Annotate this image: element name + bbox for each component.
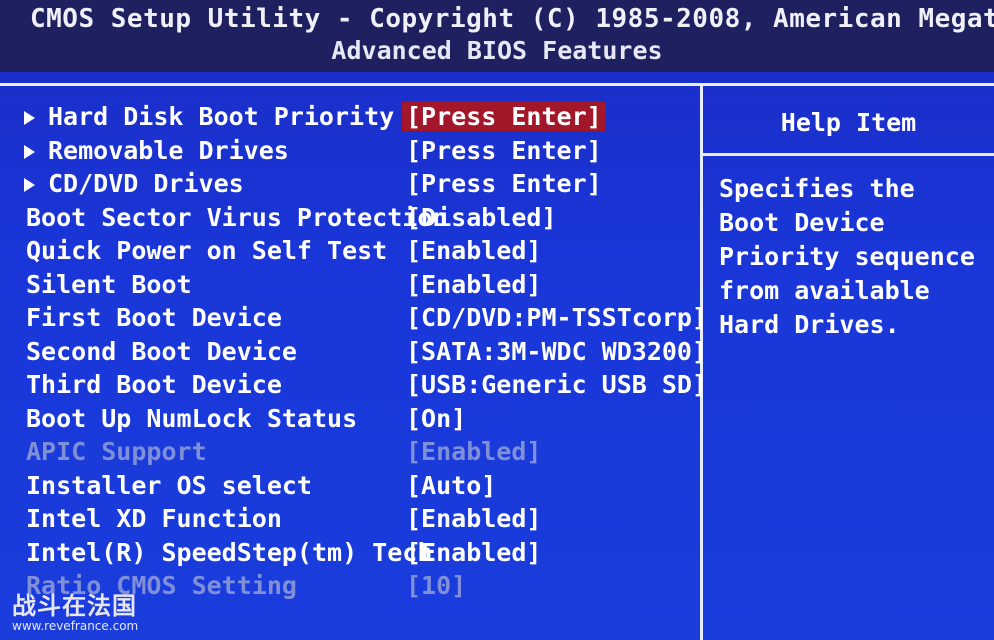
menu-item-third-boot-device[interactable]: Third Boot Device [USB:Generic USB SD] (0, 368, 707, 402)
menu-item-value[interactable]: [Press Enter] (402, 136, 606, 165)
menu-item-value[interactable]: [Disabled] (402, 203, 561, 232)
menu-item-value[interactable]: [Enabled] (402, 504, 545, 533)
menu-item-quick-power-on-self-test[interactable]: Quick Power on Self Test [Enabled] (0, 234, 700, 268)
submenu-arrow-icon (24, 178, 35, 192)
menu-item-value: [10] (406, 571, 467, 600)
menu-item-label: Boot Sector Virus Protection (26, 202, 448, 232)
settings-menu: Hard Disk Boot Priority [Press Enter] Re… (0, 100, 707, 603)
menu-item-cd-dvd-drives[interactable]: CD/DVD Drives [Press Enter] (0, 167, 700, 201)
menu-item-intel-speedstep-tech[interactable]: Intel(R) SpeedStep(tm) Tech [Enabled] (0, 536, 700, 570)
submenu-arrow-icon (24, 111, 35, 125)
watermark: 战斗在法国 www.revefrance.com (12, 586, 152, 633)
menu-item-installer-os-select[interactable]: Installer OS select [Auto] (0, 469, 700, 503)
menu-item-label: Intel XD Function (26, 504, 282, 533)
menu-item-label: Intel(R) SpeedStep(tm) Tech (26, 537, 433, 567)
menu-item-label: Boot Up NumLock Status (26, 403, 358, 433)
help-panel-title: Help Item (780, 108, 917, 137)
menu-item-label: Removable Drives (48, 135, 289, 165)
menu-item-first-boot-device[interactable]: First Boot Device [CD/DVD:PM-TSSTcorp] (0, 301, 707, 335)
help-title-divider (703, 153, 994, 156)
help-panel-text: Specifies the Boot Device Priority seque… (719, 174, 975, 339)
menu-item-removable-drives[interactable]: Removable Drives [Press Enter] (0, 134, 700, 168)
menu-item-label: CD/DVD Drives (48, 169, 244, 198)
menu-item-apic-support: APIC Support [Enabled] (0, 435, 700, 469)
menu-item-hard-disk-boot-priority[interactable]: Hard Disk Boot Priority [Press Enter] (0, 100, 700, 134)
menu-item-boot-sector-virus-protection[interactable]: Boot Sector Virus Protection [Disabled] (0, 201, 700, 235)
menu-item-silent-boot[interactable]: Silent Boot [Enabled] (0, 268, 700, 302)
frame-top-border (0, 83, 994, 86)
menu-item-boot-up-numlock-status[interactable]: Boot Up NumLock Status [On] (0, 402, 700, 436)
menu-item-value[interactable]: [Auto] (402, 471, 500, 500)
menu-item-value[interactable]: [On] (402, 404, 470, 433)
copyright-title: CMOS Setup Utility - Copyright (C) 1985-… (30, 4, 994, 34)
menu-item-label: Silent Boot (26, 269, 192, 299)
submenu-arrow-icon (24, 144, 35, 159)
menu-item-label: Quick Power on Self Test (26, 236, 388, 265)
menu-item-intel-xd-function[interactable]: Intel XD Function [Enabled] (0, 502, 700, 536)
page-title: Advanced BIOS Features (331, 36, 663, 65)
bios-screen: CMOS Setup Utility - Copyright (C) 1985-… (0, 0, 994, 640)
menu-item-value[interactable]: [Press Enter] (402, 102, 606, 131)
menu-item-value[interactable]: [Enabled] (402, 236, 545, 265)
menu-item-label: Installer OS select (26, 470, 312, 500)
bios-header: CMOS Setup Utility - Copyright (C) 1985-… (0, 0, 994, 72)
menu-item-label: First Boot Device (26, 303, 282, 332)
watermark-site-name: 战斗在法国 (12, 592, 137, 620)
watermark-url: www.revefrance.com (12, 619, 139, 633)
menu-item-value[interactable]: [SATA:3M-WDC WD3200] (402, 337, 711, 366)
menu-item-label: Hard Disk Boot Priority (48, 102, 395, 131)
menu-item-second-boot-device[interactable]: Second Boot Device [SATA:3M-WDC WD3200] (0, 335, 707, 369)
menu-item-value[interactable]: [Enabled] (402, 270, 545, 299)
menu-item-value[interactable]: [Press Enter] (402, 169, 606, 198)
menu-item-value[interactable]: [CD/DVD:PM-TSSTcorp] (402, 303, 711, 332)
menu-item-value[interactable]: [Enabled] (402, 538, 545, 567)
menu-item-value[interactable]: [USB:Generic USB SD] (402, 370, 711, 399)
menu-item-label: APIC Support (26, 437, 207, 466)
menu-item-label: Third Boot Device (26, 370, 282, 399)
menu-item-label: Second Boot Device (26, 336, 297, 366)
menu-item-value: [Enabled] (406, 437, 542, 466)
